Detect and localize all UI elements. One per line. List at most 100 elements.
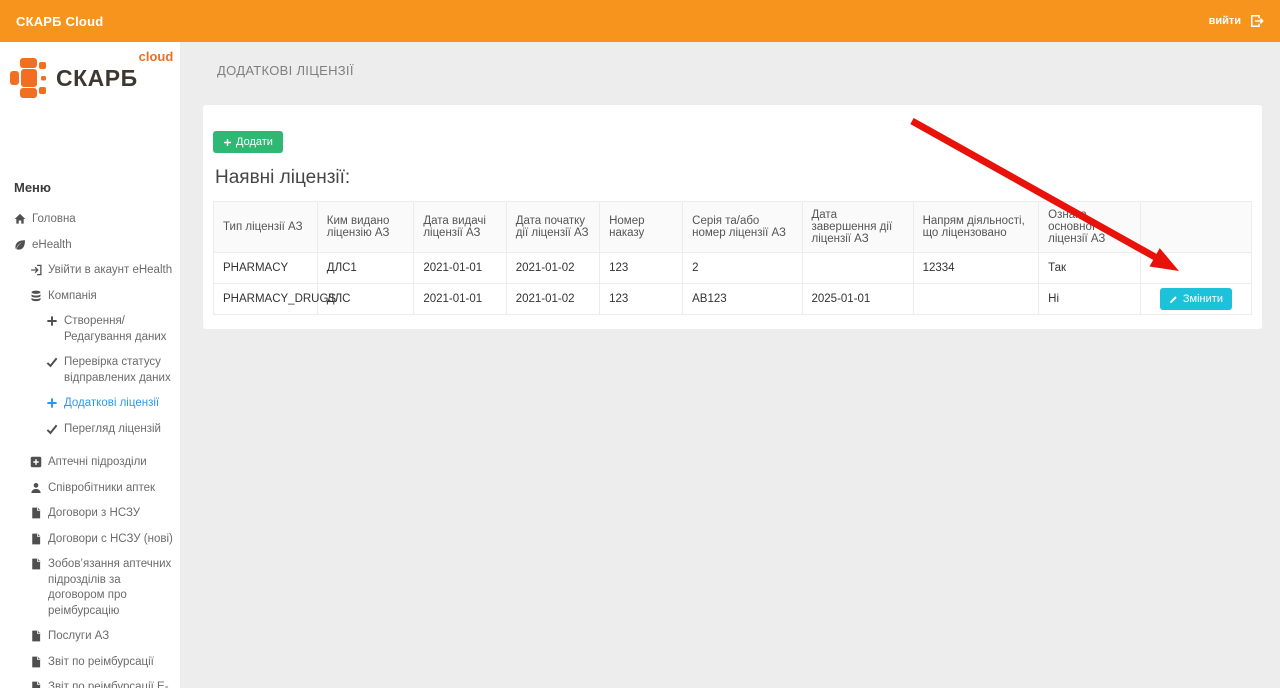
- column-header: Тип ліцензії АЗ: [214, 202, 318, 253]
- add-license-button[interactable]: Додати: [213, 131, 283, 153]
- sidebar-item-label: Головна: [32, 212, 76, 228]
- sidebar-item-reimbursement-report[interactable]: Звіт по реімбурсації: [0, 650, 180, 676]
- sidebar-item-reimbursement-obligations[interactable]: Зобов’язання аптечних підрозділів за дог…: [0, 552, 180, 624]
- sidebar-item-ehealth[interactable]: eHealth: [0, 233, 180, 259]
- cell-end-date: 2025-01-01: [802, 284, 913, 315]
- cell-start-date: 2021-01-02: [506, 284, 599, 315]
- cell-issue-date: 2021-01-01: [414, 253, 506, 284]
- plus-square-icon: [30, 456, 42, 468]
- column-header: Серія та/або номер ліцензії АЗ: [683, 202, 802, 253]
- cell-is-main-license: Так: [1039, 253, 1141, 284]
- sidebar: СКАРБ cloud Меню Головна eHealth Увійти …: [0, 42, 180, 688]
- pencil-icon: [1169, 295, 1178, 304]
- column-header: Ознака основної ліцензії АЗ: [1039, 202, 1141, 253]
- edit-license-button[interactable]: Змінити: [1160, 288, 1232, 310]
- database-icon: [30, 290, 42, 302]
- sidebar-item-company[interactable]: Компанія: [0, 284, 180, 310]
- sidebar-item-nszu-contracts[interactable]: Договори з НСЗУ: [0, 501, 180, 527]
- sidebar-item-check-sent-data-status[interactable]: Перевірка статусу відправлених даних: [0, 350, 180, 391]
- column-header: Ким видано ліцензію АЗ: [317, 202, 414, 253]
- logo-cloud-suffix: cloud: [139, 49, 174, 64]
- sidebar-item-label: Договори з НСЗУ: [48, 506, 140, 522]
- sidebar-item-home[interactable]: Головна: [0, 207, 180, 233]
- sidebar-item-label: Перегляд ліцензій: [64, 422, 161, 438]
- sign-in-icon: [30, 264, 42, 276]
- cell-end-date: [802, 253, 913, 284]
- cell-licensed-activity: 12334: [913, 253, 1039, 284]
- edit-button-label: Змінити: [1183, 293, 1223, 305]
- cell-order-number: 123: [600, 253, 683, 284]
- file-icon: [30, 681, 42, 688]
- plus-icon: [223, 138, 232, 147]
- licenses-table: Тип ліцензії АЗ Ким видано ліцензію АЗ Д…: [213, 201, 1252, 315]
- sidebar-item-label: Створення/Редагування даних: [64, 314, 174, 345]
- add-button-label: Додати: [236, 136, 273, 148]
- cell-order-number: 123: [600, 284, 683, 315]
- sidebar-item-label: Увійти в акаунт eHealth: [48, 263, 172, 279]
- cell-actions: Змінити: [1140, 284, 1251, 315]
- logout-label: вийти: [1209, 15, 1241, 27]
- column-header: Дата видачі ліцензії АЗ: [414, 202, 506, 253]
- home-icon: [14, 213, 26, 225]
- sidebar-menu: Головна eHealth Увійти в акаунт eHealth …: [0, 207, 180, 688]
- file-icon: [30, 507, 42, 519]
- column-header-actions: [1140, 202, 1251, 253]
- sidebar-item-label: Послуги АЗ: [48, 629, 109, 645]
- column-header: Напрям діяльності, що ліцензовано: [913, 202, 1039, 253]
- sidebar-item-pharmacy-staff[interactable]: Співробітники аптек: [0, 476, 180, 502]
- cell-licensed-activity: [913, 284, 1039, 315]
- sidebar-item-pharmacy-units[interactable]: Аптечні підрозділи: [0, 450, 180, 476]
- cell-series-number: 2: [683, 253, 802, 284]
- sidebar-item-label: Звіт по реімбурсації E-Health: [48, 680, 174, 688]
- user-icon: [30, 482, 42, 494]
- sidebar-item-additional-licenses[interactable]: Додаткові ліцензії: [0, 391, 180, 417]
- main-content: ДОДАТКОВІ ЛІЦЕНЗІЇ Додати Наявні ліцензі…: [180, 42, 1280, 688]
- logo-text: СКАРБ: [56, 58, 138, 98]
- file-icon: [30, 533, 42, 545]
- logout-button[interactable]: вийти: [1209, 14, 1264, 28]
- sidebar-item-label: Додаткові ліцензії: [64, 396, 159, 412]
- sidebar-item-label: Договори с НСЗУ (нові): [48, 532, 173, 548]
- sidebar-item-label: Перевірка статусу відправлених даних: [64, 355, 174, 386]
- cell-license-type: PHARMACY: [214, 253, 318, 284]
- sidebar-item-reimbursement-report-ehealth[interactable]: Звіт по реімбурсації E-Health: [0, 675, 180, 688]
- sidebar-item-label: Співробітники аптек: [48, 481, 155, 497]
- leaf-icon: [14, 239, 26, 251]
- app-brand: СКАРБ Cloud: [16, 14, 103, 29]
- check-icon: [46, 356, 58, 368]
- app-logo: СКАРБ cloud: [0, 42, 180, 104]
- plus-icon: [46, 315, 58, 327]
- plus-icon: [46, 397, 58, 409]
- sidebar-item-label: Зобов’язання аптечних підрозділів за дог…: [48, 557, 174, 619]
- sidebar-item-ehealth-login[interactable]: Увійти в акаунт eHealth: [0, 258, 180, 284]
- cell-series-number: AB123: [683, 284, 802, 315]
- sidebar-item-create-edit-data[interactable]: Створення/Редагування даних: [0, 309, 180, 350]
- sidebar-item-label: Аптечні підрозділи: [48, 455, 147, 471]
- skarb-logo-icon: [10, 58, 50, 98]
- file-icon: [30, 656, 42, 668]
- column-header: Дата завершення дії ліцензії АЗ: [802, 202, 913, 253]
- table-row: PHARMACY_DRUGS ДЛС 2021-01-01 2021-01-02…: [214, 284, 1252, 315]
- cell-license-type: PHARMACY_DRUGS: [214, 284, 318, 315]
- cell-issue-date: 2021-01-01: [414, 284, 506, 315]
- cell-issued-by: ДЛС1: [317, 253, 414, 284]
- logout-icon: [1250, 14, 1264, 28]
- sidebar-item-label: Компанія: [48, 289, 97, 305]
- cell-start-date: 2021-01-02: [506, 253, 599, 284]
- cell-is-main-license: Ні: [1039, 284, 1141, 315]
- sidebar-item-label: eHealth: [32, 238, 72, 254]
- cell-issued-by: ДЛС: [317, 284, 414, 315]
- table-row: PHARMACY ДЛС1 2021-01-01 2021-01-02 123 …: [214, 253, 1252, 284]
- sidebar-item-nszu-contracts-new[interactable]: Договори с НСЗУ (нові): [0, 527, 180, 553]
- file-icon: [30, 630, 42, 642]
- file-icon: [30, 558, 42, 570]
- licenses-card: Додати Наявні ліцензії: Тип ліцензії АЗ …: [203, 105, 1262, 329]
- top-navbar: СКАРБ Cloud вийти: [0, 0, 1280, 42]
- sidebar-item-view-licenses[interactable]: Перегляд ліцензій: [0, 417, 180, 443]
- sidebar-item-az-services[interactable]: Послуги АЗ: [0, 624, 180, 650]
- menu-heading: Меню: [14, 180, 180, 195]
- section-title: Наявні ліцензії:: [215, 167, 1252, 189]
- page-title: ДОДАТКОВІ ЛІЦЕНЗІЇ: [217, 63, 1280, 78]
- table-header-row: Тип ліцензії АЗ Ким видано ліцензію АЗ Д…: [214, 202, 1252, 253]
- sidebar-item-label: Звіт по реімбурсації: [48, 655, 154, 671]
